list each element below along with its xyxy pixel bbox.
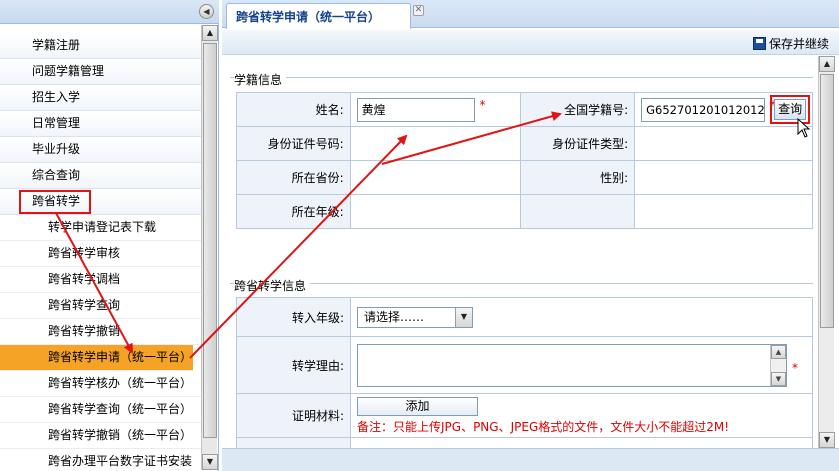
- reason-label: 转学理由:: [236, 336, 351, 394]
- sub-item-transfer-cancel[interactable]: 跨省转学撤销: [0, 319, 201, 345]
- national-id-cell: * 查询: [634, 92, 813, 127]
- nav-item-query[interactable]: 综合查询: [0, 163, 201, 189]
- target-grade-cell: 请选择…… ▼: [350, 297, 813, 337]
- nav-scrollbar[interactable]: ▲ ▼: [201, 25, 218, 470]
- section-legend: 学籍信息: [234, 71, 287, 88]
- double-chevron-left-icon[interactable]: ◀: [199, 4, 214, 19]
- main-panel: 跨省转学申请（统一平台） ✕ 保存并继续 学籍信息 姓名: * 全国学籍号:: [222, 0, 839, 471]
- id-type-value: [634, 126, 813, 161]
- annotation-highlight-box: [19, 190, 91, 214]
- sub-item-form-download[interactable]: 转学申请登记表下载: [0, 215, 201, 241]
- tab-title: 跨省转学申请（统一平台）: [236, 10, 381, 24]
- id-number-label: 身份证件号码:: [236, 126, 351, 161]
- current-grade-label: 所在年级:: [236, 194, 351, 229]
- sub-item-certificate-install[interactable]: 跨省办理平台数字证书安装: [0, 449, 201, 471]
- bottom-bar: [222, 448, 839, 471]
- form-content: 学籍信息 姓名: * 全国学籍号: * 查询 身份证件号码:: [222, 56, 818, 448]
- name-label: 姓名:: [236, 92, 351, 127]
- scroll-up-icon[interactable]: ▲: [819, 56, 835, 72]
- sub-item-transfer-query[interactable]: 跨省转学查询: [0, 293, 201, 319]
- scroll-down-icon[interactable]: ▼: [819, 432, 835, 448]
- nav-item-problem-records[interactable]: 问题学籍管理: [0, 59, 201, 85]
- upload-note: 备注：只能上传JPG、PNG、JPEG格式的文件，文件大小不能超过2M!: [357, 419, 730, 434]
- add-file-button[interactable]: 添加: [357, 396, 478, 416]
- scroll-up-icon[interactable]: ▲: [202, 25, 218, 41]
- target-grade-label: 转入年级:: [236, 297, 351, 337]
- save-continue-button[interactable]: 保存并继续: [752, 34, 829, 52]
- material-label: 证明材料:: [236, 393, 351, 438]
- scroll-down-icon[interactable]: ▼: [202, 454, 218, 470]
- current-grade-value: [349, 194, 522, 229]
- section-legend: 跨省转学信息: [234, 277, 311, 294]
- reason-textarea[interactable]: ▲ ▼: [357, 343, 787, 387]
- nav-item-enrollment[interactable]: 学籍注册: [0, 33, 201, 59]
- floppy-disk-icon: [752, 36, 766, 50]
- sub-item-transfer-process-unified[interactable]: 跨省转学核办（统一平台）: [0, 371, 201, 397]
- query-button[interactable]: 查询: [774, 99, 807, 120]
- scroll-down-icon[interactable]: ▼: [771, 371, 786, 386]
- tab-bar: 跨省转学申请（统一平台） ✕: [222, 0, 839, 29]
- left-navigation-panel: ◀ 学籍注册 问题学籍管理 招生入学 日常管理 毕业升级 综合查询 跨省转学 转…: [0, 0, 219, 471]
- transfer-info-section: 跨省转学信息: [230, 277, 813, 294]
- id-number-value: [349, 126, 522, 161]
- sub-item-transfer-review[interactable]: 跨省转学审核: [0, 241, 201, 267]
- sub-item-transfer-cancel-unified[interactable]: 跨省转学撤销（统一平台）: [0, 423, 201, 449]
- sub-item-transfer-query-unified[interactable]: 跨省转学查询（统一平台）: [0, 397, 201, 423]
- mouse-cursor-icon: [797, 118, 811, 138]
- gender-value: [634, 160, 813, 195]
- sub-item-transfer-apply-unified[interactable]: 跨省转学申请（统一平台）: [0, 345, 193, 371]
- nav-header: ◀: [0, 0, 219, 24]
- sub-item-transfer-file[interactable]: 跨省转学调档: [0, 267, 201, 293]
- province-value: [349, 160, 522, 195]
- material-cell: 添加 备注：只能上传JPG、PNG、JPEG格式的文件，文件大小不能超过2M!: [350, 393, 813, 438]
- student-info-table: 姓名: * 全国学籍号: * 查询 身份证件号码: 身份证件类型:: [236, 92, 813, 229]
- id-type-label: 身份证件类型:: [520, 126, 636, 161]
- name-cell: *: [349, 92, 522, 127]
- province-label: 所在省份:: [236, 160, 351, 195]
- required-mark: *: [792, 361, 798, 375]
- tab-transfer-apply[interactable]: 跨省转学申请（统一平台） ✕: [226, 3, 424, 29]
- gender-label: 性别:: [520, 160, 636, 195]
- student-info-section: 学籍信息: [230, 71, 813, 88]
- transfer-info-table: 转入年级: 请选择…… ▼ 转学理由: ▲ ▼ * 证明材料: 添加 备注：只能…: [236, 297, 813, 448]
- nav-item-graduation[interactable]: 毕业升级: [0, 137, 201, 163]
- nav-item-admission[interactable]: 招生入学: [0, 85, 201, 111]
- scrollbar-thumb[interactable]: [203, 43, 217, 438]
- target-grade-select[interactable]: 请选择…… ▼: [357, 306, 473, 328]
- empty-cell: [236, 437, 351, 448]
- close-icon[interactable]: ✕: [413, 5, 424, 16]
- name-input[interactable]: [356, 97, 475, 122]
- national-id-input[interactable]: [641, 97, 766, 122]
- reason-cell: ▲ ▼ *: [350, 336, 813, 394]
- empty-cell: [520, 194, 636, 229]
- empty-cell: [634, 194, 813, 229]
- nav-list: 学籍注册 问题学籍管理 招生入学 日常管理 毕业升级 综合查询 跨省转学 转学申…: [0, 33, 201, 471]
- save-continue-label: 保存并继续: [768, 36, 829, 51]
- required-mark: *: [479, 97, 486, 112]
- textarea-scrollbar[interactable]: ▲ ▼: [770, 344, 786, 386]
- scrollbar-thumb[interactable]: [820, 74, 834, 328]
- national-id-label: 全国学籍号:: [520, 92, 636, 127]
- scroll-up-icon[interactable]: ▲: [771, 344, 786, 359]
- empty-cell: [350, 437, 813, 448]
- chevron-down-icon[interactable]: ▼: [455, 307, 472, 327]
- select-value: 请选择……: [364, 309, 425, 324]
- content-scrollbar[interactable]: ▲ ▼: [818, 56, 835, 448]
- toolbar: 保存并继续: [222, 30, 839, 55]
- nav-item-daily-management[interactable]: 日常管理: [0, 111, 201, 137]
